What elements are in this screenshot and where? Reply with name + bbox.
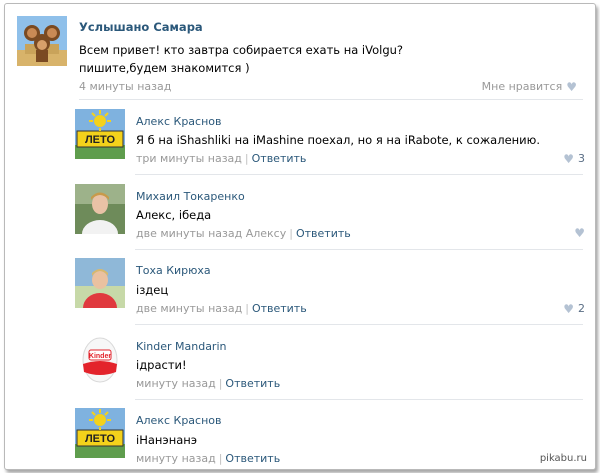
meta-divider: |: [289, 227, 293, 240]
comment-meta: две минуты назад Алексу | Ответить: [136, 227, 351, 240]
heart-icon: ♥: [566, 79, 577, 94]
post-text: Всем привет! кто завтра собирается ехать…: [79, 41, 559, 77]
separator: [135, 174, 583, 175]
leto-sign-text: ЛЕТО: [85, 134, 116, 146]
comment-text: Я б на iShashliki на iMashine поехал, но…: [136, 133, 540, 147]
post-author[interactable]: Услышано Самара: [79, 20, 203, 34]
comment-like-button[interactable]: ♥: [574, 227, 585, 239]
comment-like-button[interactable]: ♥ 3: [563, 152, 585, 165]
post-text-line: Всем привет! кто завтра собирается ехать…: [79, 43, 404, 57]
meta-divider: |: [245, 302, 249, 315]
separator: [135, 249, 583, 250]
comment-time[interactable]: минуту назад: [136, 377, 216, 390]
post-like-button[interactable]: Мне нравится ♥: [482, 80, 577, 93]
leto-sign-text: ЛЕТО: [85, 433, 116, 445]
comment-meta: три минуты назад | Ответить: [136, 152, 306, 165]
reply-button[interactable]: Ответить: [296, 227, 351, 240]
meta-divider: |: [218, 377, 223, 390]
kinder-egg-avatar-icon: Kinder: [75, 334, 125, 384]
post-avatar[interactable]: [17, 16, 67, 66]
post-text-line: пишите,будем знакомится ): [79, 61, 250, 75]
comment-avatar[interactable]: ЛЕТО: [75, 109, 125, 159]
comment-text: iНанэнанэ: [136, 433, 198, 447]
comment-time[interactable]: минуту назад: [136, 452, 216, 465]
comment-time[interactable]: две минуты назад: [136, 302, 242, 315]
separator: [135, 324, 583, 325]
person-photo-avatar-icon: [75, 258, 125, 308]
comment-time[interactable]: три минуты назад: [136, 152, 242, 165]
post-time[interactable]: 4 минуты назад: [79, 80, 171, 93]
comment-author[interactable]: Алекс Краснов: [136, 414, 222, 427]
cheburashka-avatar-icon: [17, 16, 67, 66]
comment-text: iздец: [136, 283, 169, 297]
comment-avatar[interactable]: [75, 258, 125, 308]
comment-time[interactable]: две минуты назад Алексу: [136, 227, 286, 240]
comment-meta: минуту назад | Ответить: [136, 377, 280, 390]
like-count: 2: [578, 302, 585, 315]
reply-button[interactable]: Ответить: [225, 377, 280, 390]
person-photo-avatar-icon: [75, 184, 125, 234]
comment-meta: две минуты назад | Ответить: [136, 302, 307, 315]
reply-button[interactable]: Ответить: [225, 452, 280, 465]
heart-icon: ♥: [574, 226, 585, 240]
reply-button[interactable]: Ответить: [252, 152, 307, 165]
comment-meta: минуту назад | Ответить: [136, 452, 280, 465]
comment-author[interactable]: Михаил Токаренко: [136, 190, 245, 203]
comment-avatar[interactable]: Kinder: [75, 334, 125, 384]
comment-author[interactable]: Тоха Кирюха: [136, 264, 211, 277]
separator: [135, 399, 583, 400]
separator: [79, 99, 583, 100]
watermark: pikabu.ru: [539, 453, 587, 464]
meta-divider: |: [218, 452, 223, 465]
leto-sign-avatar-icon: ЛЕТО: [75, 109, 125, 159]
comment-avatar[interactable]: ЛЕТО: [75, 408, 125, 458]
comment-text: Алекс, iбеда: [136, 208, 212, 222]
comment-text: iдрасти!: [136, 358, 187, 372]
like-count: 3: [578, 152, 585, 165]
like-label: Мне нравится: [481, 80, 563, 93]
comment-like-button[interactable]: ♥ 2: [563, 302, 585, 315]
comment-author[interactable]: Алекс Краснов: [136, 115, 222, 128]
comment-author[interactable]: Kinder Mandarin: [136, 340, 227, 353]
reply-button[interactable]: Ответить: [252, 302, 307, 315]
vk-post-frame: Услышано Самара Всем привет! кто завтра …: [4, 3, 596, 470]
heart-icon: ♥: [563, 151, 574, 166]
meta-divider: |: [244, 152, 249, 165]
comment-avatar[interactable]: [75, 184, 125, 234]
heart-icon: ♥: [563, 301, 574, 316]
kinder-logo-text: Kinder: [89, 353, 111, 360]
leto-sign-avatar-icon: ЛЕТО: [75, 408, 125, 458]
